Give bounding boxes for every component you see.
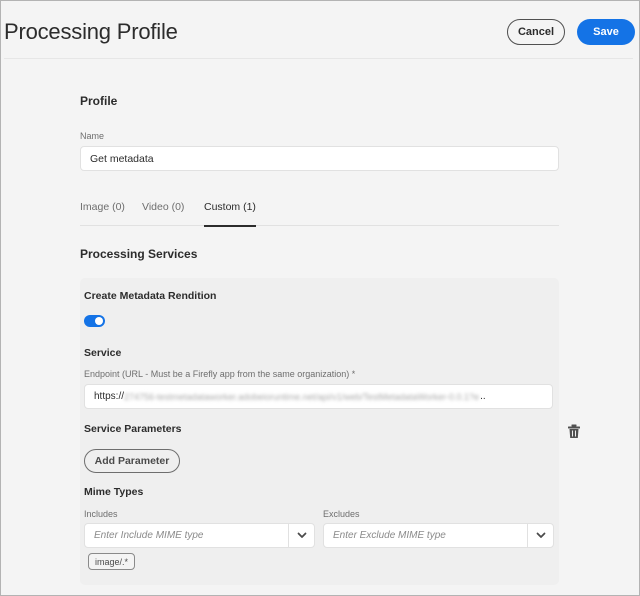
includes-dropdown-button[interactable]	[288, 524, 314, 547]
includes-tag-label: image/.*	[95, 556, 129, 567]
save-button[interactable]: Save	[577, 19, 635, 45]
name-input[interactable]: Get metadata	[80, 146, 559, 171]
includes-label: Includes	[84, 509, 118, 519]
excludes-combobox	[323, 523, 554, 548]
toggle-knob	[95, 317, 103, 325]
includes-tag[interactable]: image/.*	[88, 553, 136, 570]
rendition-title: Create Metadata Rendition	[84, 290, 217, 302]
excludes-label: Excludes	[323, 509, 360, 519]
cancel-button[interactable]: Cancel	[507, 19, 565, 45]
mime-types-title: Mime Types	[84, 486, 144, 498]
add-parameter-button[interactable]: Add Parameter	[84, 449, 180, 473]
service-title: Service	[84, 347, 122, 359]
rendition-toggle[interactable]	[84, 315, 105, 327]
endpoint-label: Endpoint (URL - Must be a Firefly app fr…	[84, 369, 356, 379]
includes-combobox	[84, 523, 315, 548]
trash-icon	[568, 424, 580, 438]
media-type-tabs: Image (0) Video (0) Custom (1)	[80, 197, 559, 227]
tab-image[interactable]: Image (0)	[80, 201, 125, 226]
name-input-value: Get metadata	[90, 152, 154, 165]
tab-video[interactable]: Video (0)	[142, 201, 184, 226]
endpoint-prefix: https://	[94, 391, 125, 402]
profile-section-title: Profile	[80, 94, 118, 108]
endpoint-ellipsis: ..	[480, 391, 486, 402]
includes-input[interactable]	[85, 524, 288, 547]
endpoint-obscured-url: 274756-testmetadataworker.adobeioruntime…	[124, 391, 480, 402]
processing-services-title: Processing Services	[80, 247, 198, 261]
name-label: Name	[80, 131, 105, 141]
excludes-input[interactable]	[324, 524, 527, 547]
tab-custom[interactable]: Custom (1)	[204, 201, 256, 227]
chevron-down-icon	[297, 532, 306, 538]
metadata-rendition-card: Create Metadata Rendition Service Endpoi…	[80, 278, 559, 585]
endpoint-input[interactable]: https:// 274756-testmetadataworker.adobe…	[84, 384, 553, 409]
page-header: Processing Profile Cancel Save	[1, 1, 639, 59]
delete-rendition-button[interactable]	[567, 424, 581, 439]
service-parameters-title: Service Parameters	[84, 423, 182, 435]
chevron-down-icon	[536, 532, 545, 538]
header-divider	[4, 58, 633, 59]
page-title: Processing Profile	[4, 19, 178, 44]
excludes-dropdown-button[interactable]	[527, 524, 553, 547]
